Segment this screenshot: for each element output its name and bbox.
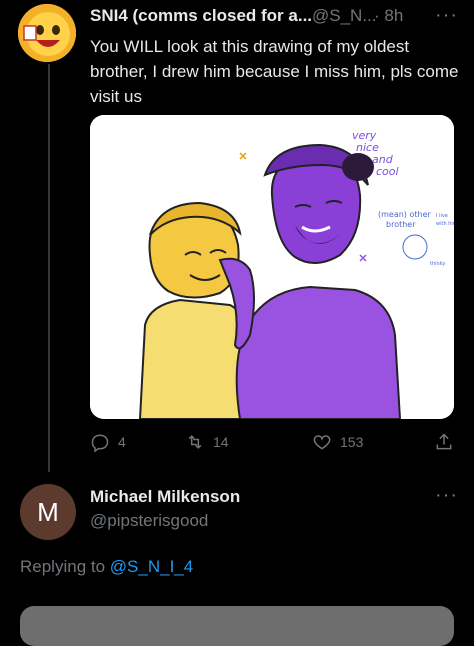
reply-icon [91,434,109,452]
reply-author-display-name[interactable]: Michael Milkenson [90,487,240,507]
svg-text:I live: I live [436,213,448,219]
svg-text:cool: cool [376,165,399,178]
replying-to-line: Replying to @S_N_I_4 [20,557,193,577]
author-display-name[interactable]: SNI4 (comms closed for a... [90,6,312,26]
like-button[interactable]: 153 [312,432,363,452]
reply-count: 4 [118,434,126,450]
author-avatar[interactable] [18,4,76,62]
share-button[interactable] [434,432,454,452]
svg-text:(mean) other: (mean) other [378,210,431,219]
more-icon-reply[interactable]: ··· [435,484,458,507]
replying-to-label: Replying to [20,557,106,576]
retweet-count: 14 [213,434,229,450]
more-icon[interactable]: ··· [435,4,458,27]
tweet-image[interactable]: very nice and cool (mean) other brother … [90,115,454,419]
reply-author-handle[interactable]: @pipsterisgood [90,511,208,531]
thread-connector-line [48,64,50,472]
next-media-preview[interactable] [20,606,454,646]
heart-icon [313,435,331,450]
tweet-text: You WILL look at this drawing of my olde… [90,37,459,106]
tweet-actions: 4 14 153 [90,432,454,458]
reply-author-avatar[interactable]: M [20,484,76,540]
tweet-timestamp[interactable]: · 8h [374,6,403,26]
share-icon [436,433,452,450]
svg-text:brother: brother [386,220,416,229]
svg-text:with him: with him [436,221,454,227]
like-count: 153 [340,434,364,450]
replying-to-handle-link[interactable]: @S_N_I_4 [110,557,193,576]
svg-text:thinky: thinky [430,261,445,267]
author-handle[interactable]: @S_N... [312,6,377,26]
reply-button[interactable]: 4 [90,432,126,452]
retweet-button[interactable]: 14 [185,432,229,452]
retweet-icon [188,435,202,449]
